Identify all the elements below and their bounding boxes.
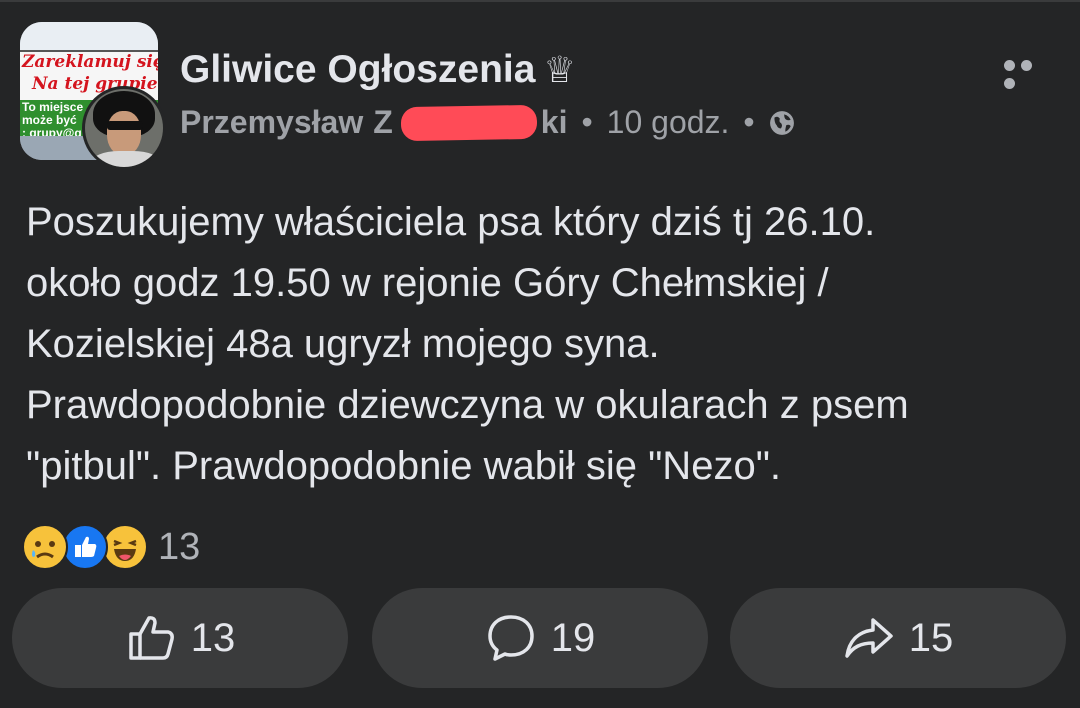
separator-dot: • [743,104,755,140]
reaction-count: 13 [158,525,201,568]
like-count: 13 [190,615,236,660]
more-dot [1004,60,1015,71]
comment-button[interactable]: 19 [372,588,708,688]
author-name-first[interactable]: Przemysław [180,104,363,141]
post-actions: 13 19 15 [12,588,1068,688]
comment-count: 19 [550,615,596,660]
banner-text-1: Zareklamuj się [22,52,158,72]
laughing-face-icon [113,539,137,561]
share-count: 15 [908,615,954,660]
comment-bubble-icon [488,615,534,661]
author-avatar[interactable] [82,86,166,170]
post-header: Zareklamuj się Na tej grupie To miejsce … [20,22,1060,172]
haha-icon [102,524,148,570]
globe-icon [769,110,794,135]
share-arrow-icon [845,618,893,658]
avatar-face [107,111,141,155]
reactions-summary[interactable]: 13 [22,524,200,570]
post-meta: Przemysław Z ki • 10 godz. • [180,104,795,141]
banner-text-3: To miejsce [22,100,84,114]
post-card: Zareklamuj się Na tej grupie To miejsce … [0,0,1080,708]
separator-dot: • [581,104,593,140]
author-name-end[interactable]: ki [541,104,568,141]
author-initial[interactable]: Z [373,104,393,141]
more-dot [1004,78,1015,89]
post-time[interactable]: 10 godz. [607,104,730,141]
thumb-up-icon [75,536,97,557]
like-button[interactable]: 13 [12,588,348,688]
avatar-sunglasses [107,121,143,130]
post-body-text: Poszukujemy właściciela psa który dziś t… [26,200,909,488]
like-icon [62,524,108,570]
thumb-up-outline-icon [129,616,174,660]
share-button[interactable]: 15 [730,588,1066,688]
avatar-shirt [91,151,161,167]
redaction-mark [400,104,538,141]
sad-icon [22,524,68,570]
banner-text-4: może być [22,113,77,127]
group-name-link[interactable]: Gliwice Ogłoszenia ♕ [180,48,576,92]
crown-icon: ♕ [543,49,576,90]
more-dot [1021,60,1032,71]
more-options-icon[interactable] [1004,58,1054,89]
group-name[interactable]: Gliwice Ogłoszenia [180,48,535,91]
sad-face-icon [32,541,55,559]
banner-sky [20,22,158,52]
